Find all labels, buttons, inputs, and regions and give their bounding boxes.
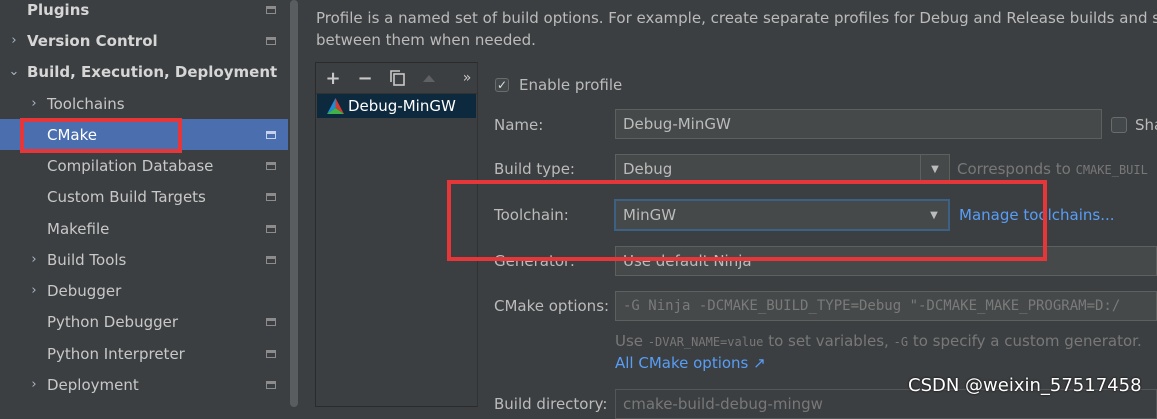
build-type-hint-text: Corresponds to xyxy=(957,160,1071,178)
more-actions-button[interactable]: » xyxy=(460,66,474,90)
sidebar-item-custom-build-targets[interactable]: Custom Build Targets xyxy=(0,181,288,212)
share-checkbox[interactable] xyxy=(1111,117,1127,133)
chevron-down-icon[interactable]: ⌄ xyxy=(7,64,21,79)
sidebar-item-compilation-database[interactable]: Compilation Database xyxy=(0,150,288,181)
hint-code: -G xyxy=(893,335,909,349)
sidebar-item-label: Compilation Database xyxy=(47,156,214,175)
chevron-right-icon[interactable]: › xyxy=(27,283,41,298)
description-line: between them when needed. xyxy=(316,31,536,49)
project-settings-icon xyxy=(266,349,276,358)
sidebar-scrollbar-thumb[interactable] xyxy=(290,0,298,407)
sidebar-item-deployment[interactable]: › Deployment xyxy=(0,369,288,400)
sidebar-item-python-interpreter[interactable]: Python Interpreter xyxy=(0,338,288,369)
name-label: Name: xyxy=(494,116,544,134)
sidebar-item-label: Python Debugger xyxy=(47,312,179,331)
project-settings-icon xyxy=(266,255,276,264)
build-type-value: Debug xyxy=(623,160,673,178)
sidebar-item-label: Makefile xyxy=(47,219,110,238)
sidebar-item-makefile[interactable]: Makefile xyxy=(0,213,288,244)
project-settings-icon xyxy=(266,224,276,233)
cmake-options-label: CMake options: xyxy=(494,297,610,315)
hint-text: to specify a custom generator. xyxy=(912,332,1142,350)
chevron-right-icon[interactable]: › xyxy=(27,96,41,111)
chevron-right-icon[interactable]: › xyxy=(27,377,41,392)
build-type-label: Build type: xyxy=(494,160,575,178)
sidebar-item-label: Version Control xyxy=(27,31,158,50)
arrow-up-icon[interactable] xyxy=(420,66,438,90)
build-type-hint: Corresponds to CMAKE_BUIL xyxy=(957,160,1148,178)
sidebar-item-version-control[interactable]: › Version Control xyxy=(0,25,288,56)
sidebar-item-build-execution-deployment[interactable]: ⌄ Build, Execution, Deployment xyxy=(0,56,288,87)
profile-name-label: Debug-MinGW xyxy=(348,97,456,115)
sidebar-item-label: Deployment xyxy=(47,375,139,394)
dropdown-arrow-icon[interactable]: ▼ xyxy=(920,155,949,183)
sidebar-item-toolchains[interactable]: › Toolchains xyxy=(0,88,288,119)
project-settings-icon xyxy=(266,192,276,201)
name-field[interactable]: Debug-MinGW xyxy=(615,109,1102,139)
project-settings-icon xyxy=(266,36,276,45)
sidebar-item-label: Build, Execution, Deployment xyxy=(27,62,278,81)
project-settings-icon xyxy=(266,161,276,170)
annotation-highlight-toolchain xyxy=(447,180,1047,261)
all-cmake-options-link[interactable]: All CMake options ↗ xyxy=(615,354,766,372)
hint-text: to set variables, xyxy=(768,332,889,350)
profile-list-item[interactable]: Debug-MinGW xyxy=(317,94,476,118)
share-label: Sha xyxy=(1135,116,1157,134)
hint-text: Use xyxy=(615,332,644,350)
sidebar-item-label: Python Interpreter xyxy=(47,344,185,363)
sidebar-item-label: Plugins xyxy=(27,0,90,19)
copy-icon[interactable] xyxy=(388,66,406,90)
sidebar-item-debugger[interactable]: › Debugger xyxy=(0,275,288,306)
settings-sidebar: Plugins › Version Control ⌄ Build, Execu… xyxy=(0,0,300,407)
chevron-right-icon[interactable]: › xyxy=(7,33,21,48)
profile-description: Profile is a named set of build options.… xyxy=(316,7,1157,51)
hint-code: -DVAR_NAME=value xyxy=(647,335,764,349)
enable-profile-label: Enable profile xyxy=(519,76,623,94)
project-settings-icon xyxy=(266,130,276,139)
chevron-right-icon[interactable]: › xyxy=(27,252,41,267)
cmake-options-hint: Use -DVAR_NAME=value to set variables, -… xyxy=(615,332,1142,350)
profiles-toolbar: + − » xyxy=(316,63,477,94)
build-directory-label: Build directory: xyxy=(494,395,608,413)
cmake-options-value: -G Ninja -DCMAKE_BUILD_TYPE=Debug "-DCMA… xyxy=(623,298,1121,314)
name-field-value: Debug-MinGW xyxy=(623,115,731,133)
add-profile-button[interactable]: + xyxy=(324,66,342,90)
project-settings-icon xyxy=(266,5,276,14)
remove-profile-button[interactable]: − xyxy=(356,66,374,90)
annotation-highlight-cmake xyxy=(20,118,182,153)
watermark: CSDN @weixin_57517458 xyxy=(908,375,1142,396)
sidebar-item-python-debugger[interactable]: Python Debugger xyxy=(0,306,288,337)
build-directory-value: cmake-build-debug-mingw xyxy=(623,395,823,413)
project-settings-icon xyxy=(266,380,276,389)
description-line: Profile is a named set of build options.… xyxy=(316,9,1157,27)
sidebar-item-label: Debugger xyxy=(47,281,122,300)
cmake-options-field[interactable]: -G Ninja -DCMAKE_BUILD_TYPE=Debug "-DCMA… xyxy=(615,291,1157,321)
cmake-logo-icon xyxy=(327,98,344,114)
sidebar-item-plugins[interactable]: Plugins xyxy=(0,0,288,25)
enable-profile-checkbox[interactable]: ✓ xyxy=(495,78,509,92)
project-settings-icon xyxy=(266,317,276,326)
build-type-hint-code: CMAKE_BUIL xyxy=(1075,163,1148,177)
sidebar-item-label: Build Tools xyxy=(47,250,127,269)
sidebar-item-build-tools[interactable]: › Build Tools xyxy=(0,244,288,275)
sidebar-item-label: Toolchains xyxy=(47,94,125,113)
sidebar-item-label: Custom Build Targets xyxy=(47,187,206,206)
